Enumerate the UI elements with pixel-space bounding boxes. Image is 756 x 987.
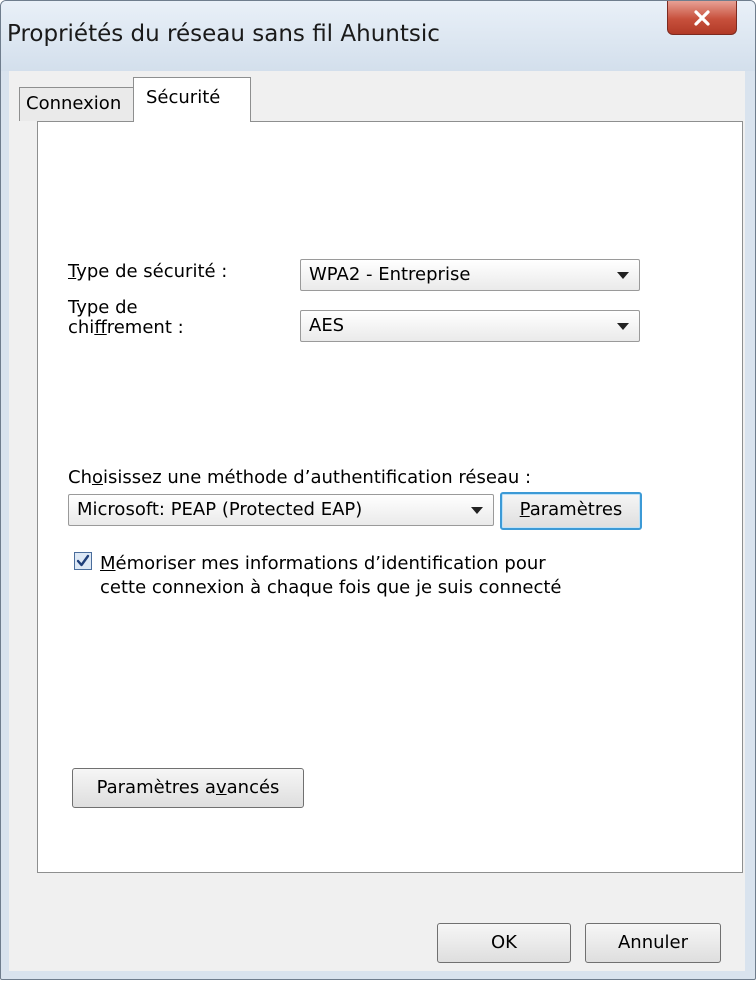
cipher-type-label: Type de chiffrement : — [68, 297, 184, 338]
cipher-type-value: AES — [309, 315, 345, 336]
tab-securite-label: Sécurité — [146, 87, 221, 108]
close-button[interactable] — [667, 1, 737, 35]
security-type-select[interactable]: WPA2 - Entreprise — [300, 259, 640, 291]
dialog-window: Propriétés du réseau sans fil Ahuntsic C… — [0, 0, 756, 980]
auth-method-label: Choisissez une méthode d’authentificatio… — [68, 467, 532, 488]
dialog-client-area: Connexion Sécurité Type de sécurité : WP… — [9, 71, 745, 971]
cipher-type-select[interactable]: AES — [300, 310, 640, 342]
window-title: Propriétés du réseau sans fil Ahuntsic — [7, 21, 440, 47]
title-bar[interactable]: Propriétés du réseau sans fil Ahuntsic — [1, 1, 755, 71]
remember-credentials-checkbox[interactable] — [74, 552, 92, 570]
dropdown-arrow-icon — [471, 507, 483, 514]
close-icon — [693, 9, 711, 27]
tab-securite[interactable]: Sécurité — [133, 77, 251, 122]
cancel-button[interactable]: Annuler — [585, 923, 721, 963]
security-panel: Type de sécurité : WPA2 - Entreprise Typ… — [37, 121, 743, 873]
tab-connexion[interactable]: Connexion — [19, 87, 134, 121]
security-type-label: Type de sécurité : — [68, 261, 228, 282]
dropdown-arrow-icon — [617, 272, 629, 279]
auth-method-value: Microsoft: PEAP (Protected EAP) — [77, 499, 363, 520]
remember-credentials-label[interactable]: Mémoriser mes informations d’identificat… — [100, 552, 561, 600]
dropdown-arrow-icon — [617, 323, 629, 330]
ok-button[interactable]: OK — [437, 923, 571, 963]
advanced-settings-button[interactable]: Paramètres avancés — [72, 768, 304, 808]
auth-method-select[interactable]: Microsoft: PEAP (Protected EAP) — [68, 494, 494, 526]
checkmark-icon — [75, 553, 91, 569]
tab-connexion-label: Connexion — [26, 93, 122, 114]
dialog-footer: OK Annuler — [9, 873, 745, 971]
security-type-value: WPA2 - Entreprise — [309, 264, 471, 285]
auth-settings-button[interactable]: Paramètres — [500, 492, 642, 530]
